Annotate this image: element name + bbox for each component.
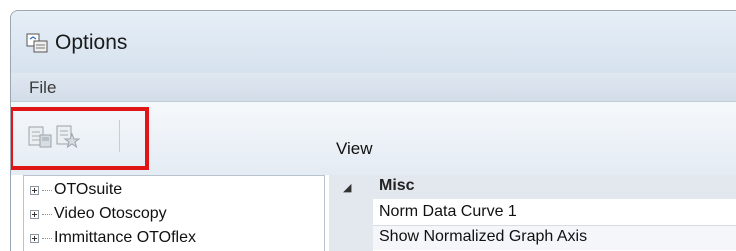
view-label: View bbox=[336, 139, 373, 158]
property-label: Show Normalized Graph Axis bbox=[379, 228, 588, 245]
property-grid: ◢ Misc Norm Data Curve 1 Show Normalized… bbox=[329, 175, 736, 251]
menu-bar: File bbox=[11, 73, 736, 101]
options-window: Options File View OTOsuite Video Otoscop… bbox=[10, 10, 736, 251]
settings-tree: OTOsuite Video Otoscopy Immittance OTOfl… bbox=[23, 175, 325, 251]
expand-icon[interactable] bbox=[30, 185, 39, 195]
options-app-icon bbox=[26, 33, 48, 53]
tree-item-otosuite[interactable]: OTOsuite bbox=[30, 179, 122, 201]
tree-item-label: OTOsuite bbox=[54, 181, 123, 198]
tree-connector bbox=[42, 189, 52, 191]
property-row[interactable]: Show Normalized Graph Axis bbox=[373, 225, 736, 250]
tree-item-label: Video Otoscopy bbox=[54, 205, 167, 222]
menu-file[interactable]: File bbox=[29, 78, 56, 98]
expand-icon[interactable] bbox=[30, 233, 39, 243]
window-title: Options bbox=[55, 31, 128, 54]
tree-connector bbox=[42, 237, 52, 239]
title-bar: Options bbox=[11, 11, 736, 73]
category-label: Misc bbox=[379, 177, 415, 194]
tree-item-label: Immittance OTOflex bbox=[54, 229, 196, 246]
property-row[interactable]: Norm Data Curve 1 bbox=[373, 201, 736, 225]
expand-icon[interactable] bbox=[30, 209, 39, 219]
content-area: OTOsuite Video Otoscopy Immittance OTOfl… bbox=[11, 175, 736, 251]
tree-item-immittance[interactable]: Immittance OTOflex bbox=[30, 227, 196, 249]
property-label: Norm Data Curve 1 bbox=[379, 203, 517, 220]
highlight-box bbox=[11, 107, 149, 170]
collapse-arrow-icon[interactable]: ◢ bbox=[343, 181, 351, 194]
category-row-misc[interactable]: ◢ Misc bbox=[329, 175, 736, 199]
tree-connector bbox=[42, 213, 52, 215]
tree-item-video-otoscopy[interactable]: Video Otoscopy bbox=[30, 203, 167, 225]
